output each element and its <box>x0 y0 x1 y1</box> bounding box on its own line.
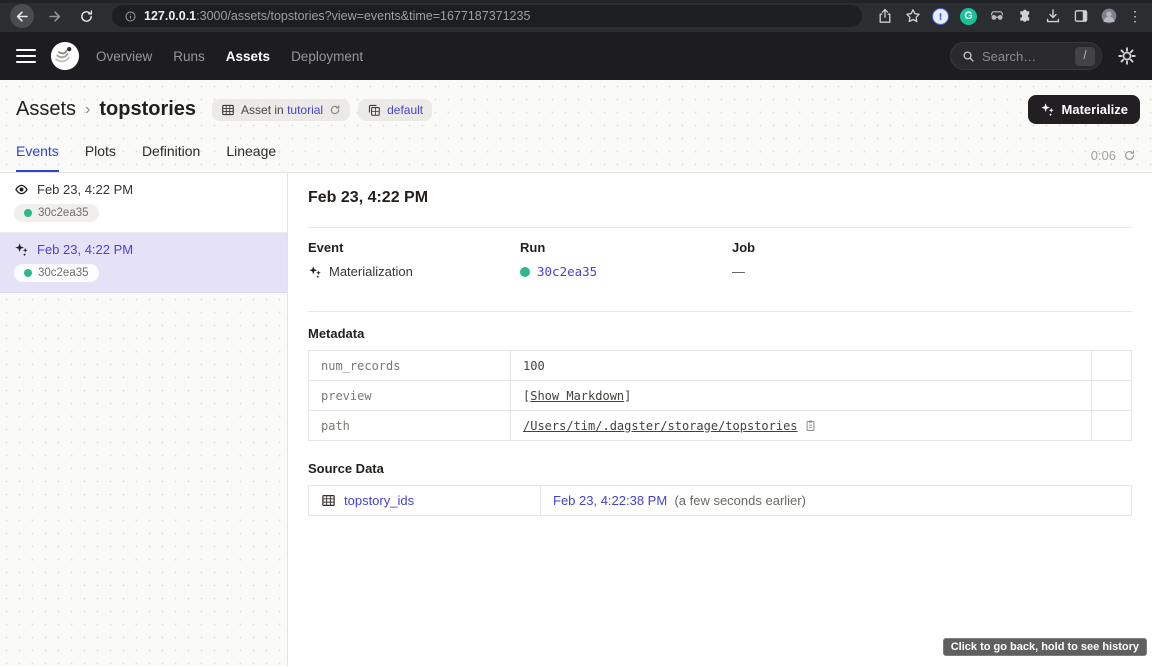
breadcrumb: Assets › topstories <box>16 98 196 121</box>
dagster-topnav: Overview Runs Assets Deployment / <box>0 32 1152 80</box>
browser-menu-icon[interactable]: ⋮ <box>1128 9 1142 23</box>
share-icon[interactable] <box>876 8 893 25</box>
event-detail-panel: Feb 23, 4:22 PM Event Materialization Ru… <box>288 173 1152 666</box>
run-id: 30c2ea35 <box>38 267 89 279</box>
materialization-sparkle-icon <box>14 242 29 257</box>
nav-item-assets[interactable]: Assets <box>226 49 270 64</box>
run-status-dot <box>520 267 530 277</box>
asset-tabs: Events Plots Definition Lineage 0:06 <box>0 133 1152 172</box>
metadata-table: num_records 100 preview [Show Markdown] … <box>308 350 1132 441</box>
event-column: Event Materialization <box>308 240 520 279</box>
tutorial-repo-link[interactable]: tutorial <box>287 103 323 117</box>
metadata-key: num_records <box>309 351 511 381</box>
run-id-link[interactable]: 30c2ea35 <box>537 264 597 279</box>
reload-icon <box>79 9 94 24</box>
event-list-sidebar: Feb 23, 4:22 PM 30c2ea35 Feb 23, 4:22 PM… <box>0 173 288 666</box>
browser-toolbar: 127.0.0.1:3000/assets/topstories?view=ev… <box>0 0 1152 32</box>
materialization-sparkle-icon <box>308 265 322 279</box>
side-panel-icon[interactable] <box>1072 8 1089 25</box>
repo-location-badge: default <box>358 99 432 121</box>
source-data-heading: Source Data <box>308 461 1132 476</box>
back-button-tooltip: Click to go back, hold to see history <box>943 638 1147 656</box>
source-asset-link[interactable]: topstory_ids <box>344 493 414 508</box>
sidebar-empty-area <box>0 293 287 666</box>
tab-plots[interactable]: Plots <box>85 143 116 172</box>
metadata-heading: Metadata <box>308 326 1132 341</box>
observation-eye-icon <box>14 182 29 197</box>
hamburger-menu-icon[interactable] <box>16 49 36 64</box>
materialize-button[interactable]: Materialize <box>1028 95 1140 124</box>
asset-table-icon <box>221 103 235 117</box>
refresh-icon[interactable] <box>1123 149 1136 162</box>
event-run-pill[interactable]: 30c2ea35 <box>14 264 99 282</box>
job-value: — <box>732 264 1132 279</box>
event-run-pill[interactable]: 30c2ea35 <box>14 204 99 222</box>
tab-definition[interactable]: Definition <box>142 143 200 172</box>
address-bar[interactable]: 127.0.0.1:3000/assets/topstories?view=ev… <box>112 5 862 27</box>
event-detail-title: Feb 23, 4:22 PM <box>308 189 1132 207</box>
breadcrumb-assets-link[interactable]: Assets <box>16 98 76 121</box>
browser-reload-button[interactable] <box>74 4 98 28</box>
breadcrumb-current-asset: topstories <box>99 98 196 121</box>
tab-lineage[interactable]: Lineage <box>226 143 276 172</box>
goggles-extension-icon[interactable] <box>988 8 1005 25</box>
reload-definition-icon[interactable] <box>329 104 341 116</box>
nav-item-runs[interactable]: Runs <box>173 49 205 64</box>
job-column: Job — <box>732 240 1132 279</box>
asset-table-icon <box>321 493 336 508</box>
dagster-logo[interactable] <box>50 41 80 71</box>
refresh-countdown: 0:06 <box>1091 148 1116 163</box>
search-shortcut-badge: / <box>1075 47 1095 66</box>
run-column: Run 30c2ea35 <box>520 240 732 279</box>
event-type-value: Materialization <box>329 264 413 279</box>
event-list-item-observation[interactable]: Feb 23, 4:22 PM 30c2ea35 <box>0 173 287 233</box>
run-status-dot <box>24 209 32 217</box>
bookmark-star-icon[interactable] <box>904 8 921 25</box>
table-row: path /Users/tim/.dagster/storage/topstor… <box>309 411 1132 441</box>
run-status-dot <box>24 269 32 277</box>
asset-page-header: Assets › topstories Asset in tutorial de… <box>0 80 1152 173</box>
asset-definition-badge: Asset in tutorial <box>212 99 350 121</box>
copy-path-icon[interactable] <box>804 419 817 432</box>
search-icon <box>962 50 975 63</box>
grammarly-extension-icon[interactable]: G <box>960 8 977 25</box>
downloads-icon[interactable] <box>1044 8 1061 25</box>
search-box[interactable]: / <box>950 42 1102 70</box>
profile-avatar[interactable] <box>1100 8 1117 25</box>
run-id: 30c2ea35 <box>38 207 89 219</box>
event-timestamp: Feb 23, 4:22 PM <box>37 182 133 197</box>
app-window: 127.0.0.1:3000/assets/topstories?view=ev… <box>0 0 1152 667</box>
nav-item-deployment[interactable]: Deployment <box>291 49 363 64</box>
metadata-key: preview <box>309 381 511 411</box>
workspace-copy-icon <box>367 103 381 117</box>
settings-gear-icon[interactable] <box>1118 47 1136 65</box>
table-row: preview [Show Markdown] <box>309 381 1132 411</box>
table-row: topstory_ids Feb 23, 4:22:38 PM (a few s… <box>309 486 1132 516</box>
back-arrow-icon <box>15 9 30 24</box>
source-data-table: topstory_ids Feb 23, 4:22:38 PM (a few s… <box>308 485 1132 516</box>
browser-back-button[interactable] <box>10 4 34 28</box>
extensions-puzzle-icon[interactable] <box>1016 8 1033 25</box>
metadata-value: 100 <box>511 351 1092 381</box>
nav-item-overview[interactable]: Overview <box>96 49 152 64</box>
event-timestamp: Feb 23, 4:22 PM <box>37 242 133 257</box>
default-repo-link[interactable]: default <box>387 103 423 117</box>
show-markdown-link[interactable]: Show Markdown <box>530 389 624 403</box>
forward-arrow-icon <box>47 9 62 24</box>
materialize-sparkle-icon <box>1040 102 1055 117</box>
url-text: 127.0.0.1:3000/assets/topstories?view=ev… <box>144 9 530 23</box>
tab-events[interactable]: Events <box>16 143 59 172</box>
password-extension-icon[interactable] <box>932 8 949 25</box>
site-info-icon[interactable] <box>124 10 137 23</box>
source-timestamp-note: (a few seconds earlier) <box>671 493 806 508</box>
breadcrumb-separator: › <box>85 101 90 119</box>
path-link[interactable]: /Users/tim/.dagster/storage/topstories <box>523 419 798 433</box>
metadata-key: path <box>309 411 511 441</box>
source-timestamp-link[interactable]: Feb 23, 4:22:38 PM <box>553 493 667 508</box>
table-row: num_records 100 <box>309 351 1132 381</box>
event-list-item-materialization[interactable]: Feb 23, 4:22 PM 30c2ea35 <box>0 233 287 293</box>
search-input[interactable] <box>982 49 1068 64</box>
browser-forward-button[interactable] <box>42 4 66 28</box>
